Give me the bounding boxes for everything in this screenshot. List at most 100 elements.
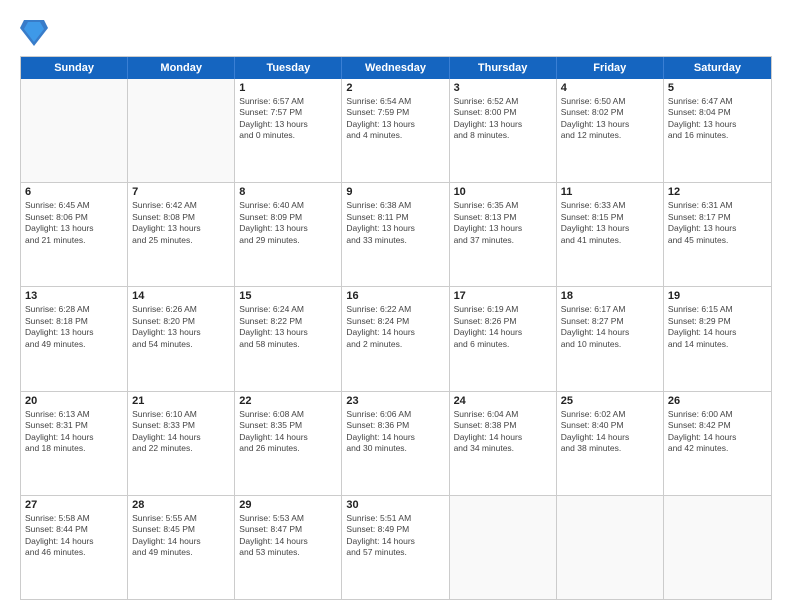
calendar-cell [450,496,557,599]
calendar-cell [21,79,128,182]
calendar-row: 27Sunrise: 5:58 AM Sunset: 8:44 PM Dayli… [21,496,771,599]
calendar-cell: 18 Sunrise: 6:17 AM Sunset: 8:27 PM Dayli… [557,287,664,390]
calendar-cell: 17 Sunrise: 6:19 AM Sunset: 8:26 PM Dayli… [450,287,557,390]
day-number: 12 [668,186,767,198]
calendar-cell: 30 Sunrise: 5:51 AM Sunset: 8:49 PM Dayli… [342,496,449,599]
calendar: SundayMondayTuesdayWednesdayThursdayFrid… [20,56,772,600]
cell-daylight-info: Sunrise: 6:42 AM Sunset: 8:08 PM Dayligh… [132,200,230,246]
weekday-header: Saturday [664,57,771,79]
cell-daylight-info: Sunrise: 6:19 AM Sunset: 8:26 PM Dayligh… [454,304,552,350]
cell-daylight-info: Sunrise: 6:52 AM Sunset: 8:00 PM Dayligh… [454,96,552,142]
calendar-cell: 2Sunrise: 6:54 AM Sunset: 7:59 PM Daylig… [342,79,449,182]
cell-daylight-info: Sunrise: 6:17 AM Sunset: 8:27 PM Dayligh… [561,304,659,350]
calendar-header: SundayMondayTuesdayWednesdayThursdayFrid… [21,57,771,79]
day-number: 29 [239,499,337,511]
cell-daylight-info: Sunrise: 6:28 AM Sunset: 8:18 PM Dayligh… [25,304,123,350]
day-number: 21 [132,395,230,407]
day-number: 8 [239,186,337,198]
cell-daylight-info: Sunrise: 6:08 AM Sunset: 8:35 PM Dayligh… [239,409,337,455]
day-number: 3 [454,82,552,94]
calendar-cell [557,496,664,599]
header [20,18,772,46]
day-number: 30 [346,499,444,511]
cell-daylight-info: Sunrise: 6:02 AM Sunset: 8:40 PM Dayligh… [561,409,659,455]
cell-daylight-info: Sunrise: 6:47 AM Sunset: 8:04 PM Dayligh… [668,96,767,142]
weekday-header: Friday [557,57,664,79]
weekday-header: Thursday [450,57,557,79]
calendar-body: 1Sunrise: 6:57 AM Sunset: 7:57 PM Daylig… [21,79,771,599]
calendar-cell: 21 Sunrise: 6:10 AM Sunset: 8:33 PM Dayli… [128,392,235,495]
calendar-cell: 28 Sunrise: 5:55 AM Sunset: 8:45 PM Dayli… [128,496,235,599]
cell-daylight-info: Sunrise: 6:33 AM Sunset: 8:15 PM Dayligh… [561,200,659,246]
calendar-cell: 5 Sunrise: 6:47 AM Sunset: 8:04 PM Daylig… [664,79,771,182]
calendar-row: 1Sunrise: 6:57 AM Sunset: 7:57 PM Daylig… [21,79,771,183]
calendar-cell: 14 Sunrise: 6:26 AM Sunset: 8:20 PM Dayli… [128,287,235,390]
calendar-cell: 1Sunrise: 6:57 AM Sunset: 7:57 PM Daylig… [235,79,342,182]
calendar-cell: 23 Sunrise: 6:06 AM Sunset: 8:36 PM Dayli… [342,392,449,495]
cell-daylight-info: Sunrise: 6:24 AM Sunset: 8:22 PM Dayligh… [239,304,337,350]
cell-daylight-info: Sunrise: 5:55 AM Sunset: 8:45 PM Dayligh… [132,513,230,559]
day-number: 9 [346,186,444,198]
weekday-header: Sunday [21,57,128,79]
weekday-header: Monday [128,57,235,79]
day-number: 7 [132,186,230,198]
calendar-row: 6Sunrise: 6:45 AM Sunset: 8:06 PM Daylig… [21,183,771,287]
cell-daylight-info: Sunrise: 6:38 AM Sunset: 8:11 PM Dayligh… [346,200,444,246]
day-number: 27 [25,499,123,511]
day-number: 25 [561,395,659,407]
calendar-cell: 7 Sunrise: 6:42 AM Sunset: 8:08 PM Daylig… [128,183,235,286]
calendar-cell: 11 Sunrise: 6:33 AM Sunset: 8:15 PM Dayli… [557,183,664,286]
cell-daylight-info: Sunrise: 6:00 AM Sunset: 8:42 PM Dayligh… [668,409,767,455]
calendar-cell: 15 Sunrise: 6:24 AM Sunset: 8:22 PM Dayli… [235,287,342,390]
day-number: 22 [239,395,337,407]
calendar-cell: 19 Sunrise: 6:15 AM Sunset: 8:29 PM Dayli… [664,287,771,390]
calendar-row: 13 Sunrise: 6:28 AM Sunset: 8:18 PM Dayli… [21,287,771,391]
day-number: 28 [132,499,230,511]
cell-daylight-info: Sunrise: 6:15 AM Sunset: 8:29 PM Dayligh… [668,304,767,350]
day-number: 18 [561,290,659,302]
day-number: 26 [668,395,767,407]
day-number: 24 [454,395,552,407]
cell-daylight-info: Sunrise: 6:40 AM Sunset: 8:09 PM Dayligh… [239,200,337,246]
weekday-header: Wednesday [342,57,449,79]
cell-daylight-info: Sunrise: 6:50 AM Sunset: 8:02 PM Dayligh… [561,96,659,142]
calendar-cell: 27Sunrise: 5:58 AM Sunset: 8:44 PM Dayli… [21,496,128,599]
cell-daylight-info: Sunrise: 6:31 AM Sunset: 8:17 PM Dayligh… [668,200,767,246]
page: SundayMondayTuesdayWednesdayThursdayFrid… [0,0,792,612]
cell-daylight-info: Sunrise: 6:57 AM Sunset: 7:57 PM Dayligh… [239,96,337,142]
calendar-cell: 26 Sunrise: 6:00 AM Sunset: 8:42 PM Dayli… [664,392,771,495]
calendar-cell: 29Sunrise: 5:53 AM Sunset: 8:47 PM Dayli… [235,496,342,599]
day-number: 15 [239,290,337,302]
weekday-header: Tuesday [235,57,342,79]
day-number: 2 [346,82,444,94]
day-number: 20 [25,395,123,407]
day-number: 5 [668,82,767,94]
calendar-cell: 16Sunrise: 6:22 AM Sunset: 8:24 PM Dayli… [342,287,449,390]
day-number: 11 [561,186,659,198]
calendar-cell: 8 Sunrise: 6:40 AM Sunset: 8:09 PM Daylig… [235,183,342,286]
day-number: 23 [346,395,444,407]
day-number: 10 [454,186,552,198]
calendar-cell: 10Sunrise: 6:35 AM Sunset: 8:13 PM Dayli… [450,183,557,286]
day-number: 16 [346,290,444,302]
cell-daylight-info: Sunrise: 6:04 AM Sunset: 8:38 PM Dayligh… [454,409,552,455]
cell-daylight-info: Sunrise: 5:51 AM Sunset: 8:49 PM Dayligh… [346,513,444,559]
day-number: 19 [668,290,767,302]
day-number: 17 [454,290,552,302]
calendar-cell: 22 Sunrise: 6:08 AM Sunset: 8:35 PM Dayli… [235,392,342,495]
calendar-cell [128,79,235,182]
calendar-row: 20Sunrise: 6:13 AM Sunset: 8:31 PM Dayli… [21,392,771,496]
cell-daylight-info: Sunrise: 6:26 AM Sunset: 8:20 PM Dayligh… [132,304,230,350]
day-number: 13 [25,290,123,302]
calendar-cell: 25 Sunrise: 6:02 AM Sunset: 8:40 PM Dayli… [557,392,664,495]
calendar-cell: 24 Sunrise: 6:04 AM Sunset: 8:38 PM Dayli… [450,392,557,495]
cell-daylight-info: Sunrise: 6:10 AM Sunset: 8:33 PM Dayligh… [132,409,230,455]
logo-icon [20,18,44,46]
calendar-cell: 4Sunrise: 6:50 AM Sunset: 8:02 PM Daylig… [557,79,664,182]
cell-daylight-info: Sunrise: 6:06 AM Sunset: 8:36 PM Dayligh… [346,409,444,455]
calendar-cell [664,496,771,599]
day-number: 14 [132,290,230,302]
calendar-cell: 13 Sunrise: 6:28 AM Sunset: 8:18 PM Dayli… [21,287,128,390]
calendar-cell: 9 Sunrise: 6:38 AM Sunset: 8:11 PM Daylig… [342,183,449,286]
logo [20,18,48,46]
